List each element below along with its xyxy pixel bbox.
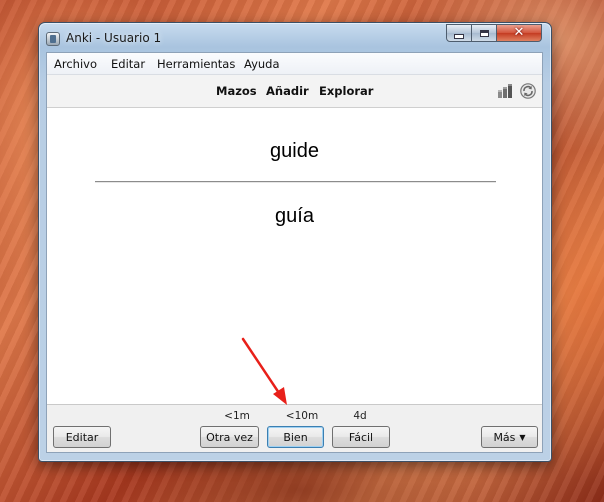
title-bar[interactable]: Anki - Usuario 1 ✕: [39, 23, 551, 53]
sync-icon[interactable]: [520, 83, 536, 99]
interval-bien: <10m: [285, 410, 319, 422]
menu-ayuda[interactable]: Ayuda: [244, 57, 280, 71]
menu-bar: Archivo Editar Herramientas Ayuda: [47, 53, 542, 75]
minimize-icon: [454, 33, 464, 39]
card-front: guide: [270, 140, 319, 162]
interval-otra-vez: <1m: [224, 410, 250, 422]
again-button[interactable]: Otra vez: [200, 426, 259, 448]
chevron-down-icon: ▼: [519, 432, 526, 442]
anki-window: Anki - Usuario 1 ✕ Archivo Editar Herram…: [38, 22, 552, 462]
more-button[interactable]: Más ▼: [481, 426, 538, 448]
nav-link-anadir[interactable]: Añadir: [266, 84, 309, 98]
interval-facil: 4d: [353, 410, 367, 422]
menu-archivo[interactable]: Archivo: [54, 57, 97, 71]
good-button[interactable]: Bien: [267, 426, 324, 448]
window-title: Anki - Usuario 1: [66, 31, 162, 45]
easy-button[interactable]: Fácil: [332, 426, 390, 448]
more-button-label: Más: [493, 430, 516, 444]
anki-app-icon[interactable]: [46, 32, 60, 46]
main-client-area: Archivo Editar Herramientas Ayuda Mazos …: [46, 52, 543, 453]
answer-bar: <1m <10m 4d Editar Otra vez Bien Fácil M…: [47, 405, 542, 452]
nav-link-explorar[interactable]: Explorar: [319, 84, 373, 98]
nav-link-mazos[interactable]: Mazos: [216, 84, 257, 98]
close-button[interactable]: ✕: [497, 24, 542, 42]
annotation-arrow-icon: [241, 337, 287, 405]
close-icon: ✕: [513, 25, 525, 40]
card-back: guía: [275, 205, 314, 227]
answer-divider: [95, 181, 496, 183]
menu-herramientas[interactable]: Herramientas: [157, 57, 235, 71]
menu-editar[interactable]: Editar: [111, 57, 145, 71]
toolbar: Mazos Añadir Explorar: [47, 75, 542, 108]
edit-button[interactable]: Editar: [53, 426, 111, 448]
maximize-button[interactable]: [472, 24, 497, 42]
stats-icon[interactable]: [498, 84, 514, 98]
minimize-button[interactable]: [446, 24, 472, 42]
maximize-icon: [479, 29, 489, 37]
